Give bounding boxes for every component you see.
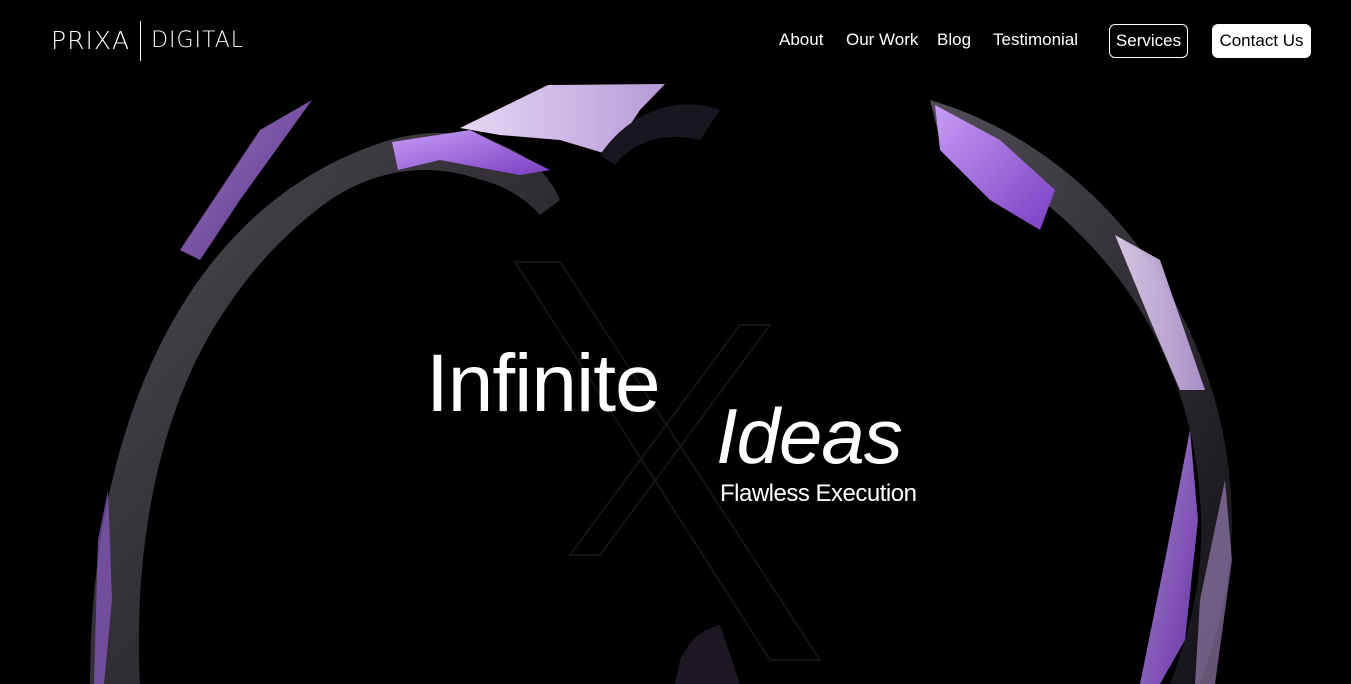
hero-background-graphic bbox=[90, 84, 1232, 684]
nav-link-blog[interactable]: Blog bbox=[937, 24, 971, 58]
site-header: PRIXA DIGITAL About Our Work Blog Testim… bbox=[0, 0, 1351, 82]
page: PRIXA DIGITAL About Our Work Blog Testim… bbox=[0, 0, 1351, 684]
nav-link-testimonial[interactable]: Testimonial bbox=[993, 24, 1078, 58]
contact-us-button[interactable]: Contact Us bbox=[1212, 24, 1311, 58]
nav-link-our-work[interactable]: Our Work bbox=[846, 24, 918, 58]
hero-title-ideas: Ideas bbox=[716, 392, 903, 480]
hero-subtitle: Flawless Execution bbox=[720, 480, 917, 507]
hero-title-infinite: Infinite bbox=[426, 338, 661, 429]
services-button[interactable]: Services bbox=[1109, 24, 1188, 58]
nav-link-about[interactable]: About bbox=[779, 24, 823, 58]
